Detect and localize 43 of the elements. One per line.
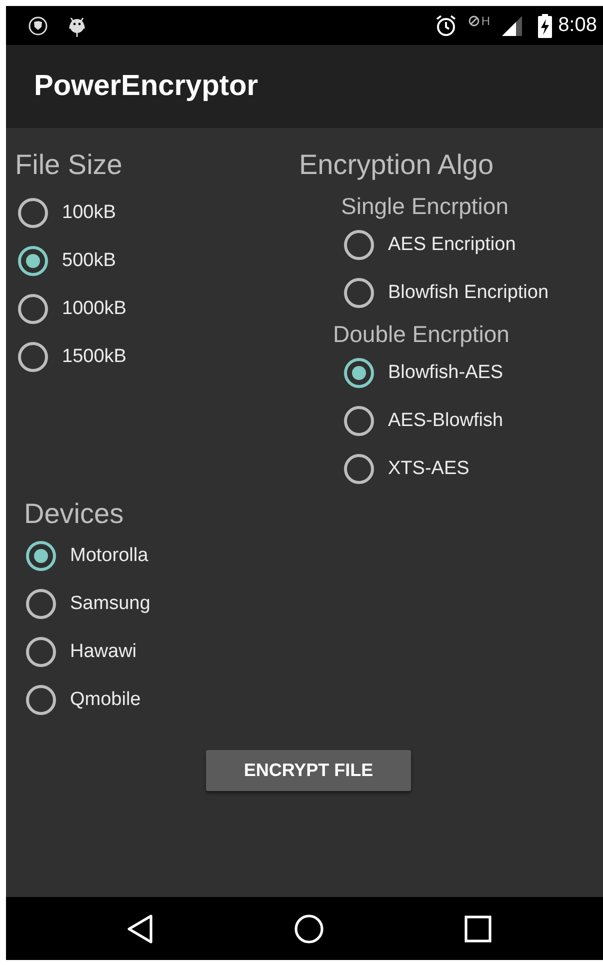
radio-label: Motorolla (70, 545, 148, 567)
network-type: H (481, 14, 490, 26)
app-title: PowerEncryptor (34, 70, 258, 103)
radio-button[interactable] (344, 358, 374, 388)
radio-label: AES-Blowfish (388, 410, 504, 432)
group-title: Double Encrption (333, 320, 510, 349)
shield-icon (28, 16, 48, 36)
radio-label: Blowfish Encription (388, 282, 549, 304)
radio-button[interactable] (18, 342, 48, 372)
alarm-icon (434, 14, 458, 38)
radio-button[interactable] (344, 406, 374, 436)
radio-label: 500kB (62, 250, 116, 272)
section-title: Encryption Algo (299, 148, 495, 182)
radio-button[interactable] (26, 589, 56, 619)
clock-time: 8:08 (558, 14, 597, 37)
radio-button[interactable] (26, 541, 56, 571)
radio-button[interactable] (18, 246, 48, 276)
signal-icon (500, 14, 524, 36)
section-title: Devices (24, 497, 125, 531)
recents-icon[interactable] (464, 914, 492, 942)
radio-label: Samsung (70, 593, 150, 615)
radio-label: 1000kB (62, 298, 126, 320)
radio-button[interactable] (26, 637, 56, 667)
radio-label: XTS-AES (388, 458, 470, 480)
radio-button[interactable] (344, 230, 374, 260)
radio-label: Qmobile (70, 689, 141, 711)
group-title: Single Encrption (341, 192, 510, 221)
radio-label: Hawawi (70, 641, 137, 663)
back-icon[interactable] (126, 914, 154, 944)
radio-label: 1500kB (62, 346, 126, 368)
radio-button[interactable] (344, 454, 374, 484)
section-title: File Size (15, 148, 124, 182)
radio-button[interactable] (26, 685, 56, 715)
home-icon[interactable] (294, 914, 324, 944)
battery-icon (538, 14, 552, 38)
encrypt-file-button[interactable]: ENCRYPT FILE (206, 750, 411, 791)
radio-label: Blowfish-AES (388, 362, 504, 384)
radio-label: 100kB (62, 202, 116, 224)
radio-label: AES Encription (388, 234, 516, 256)
radio-button[interactable] (18, 198, 48, 228)
radio-button[interactable] (344, 278, 374, 308)
radio-button[interactable] (18, 294, 48, 324)
no-data-icon (468, 14, 480, 26)
